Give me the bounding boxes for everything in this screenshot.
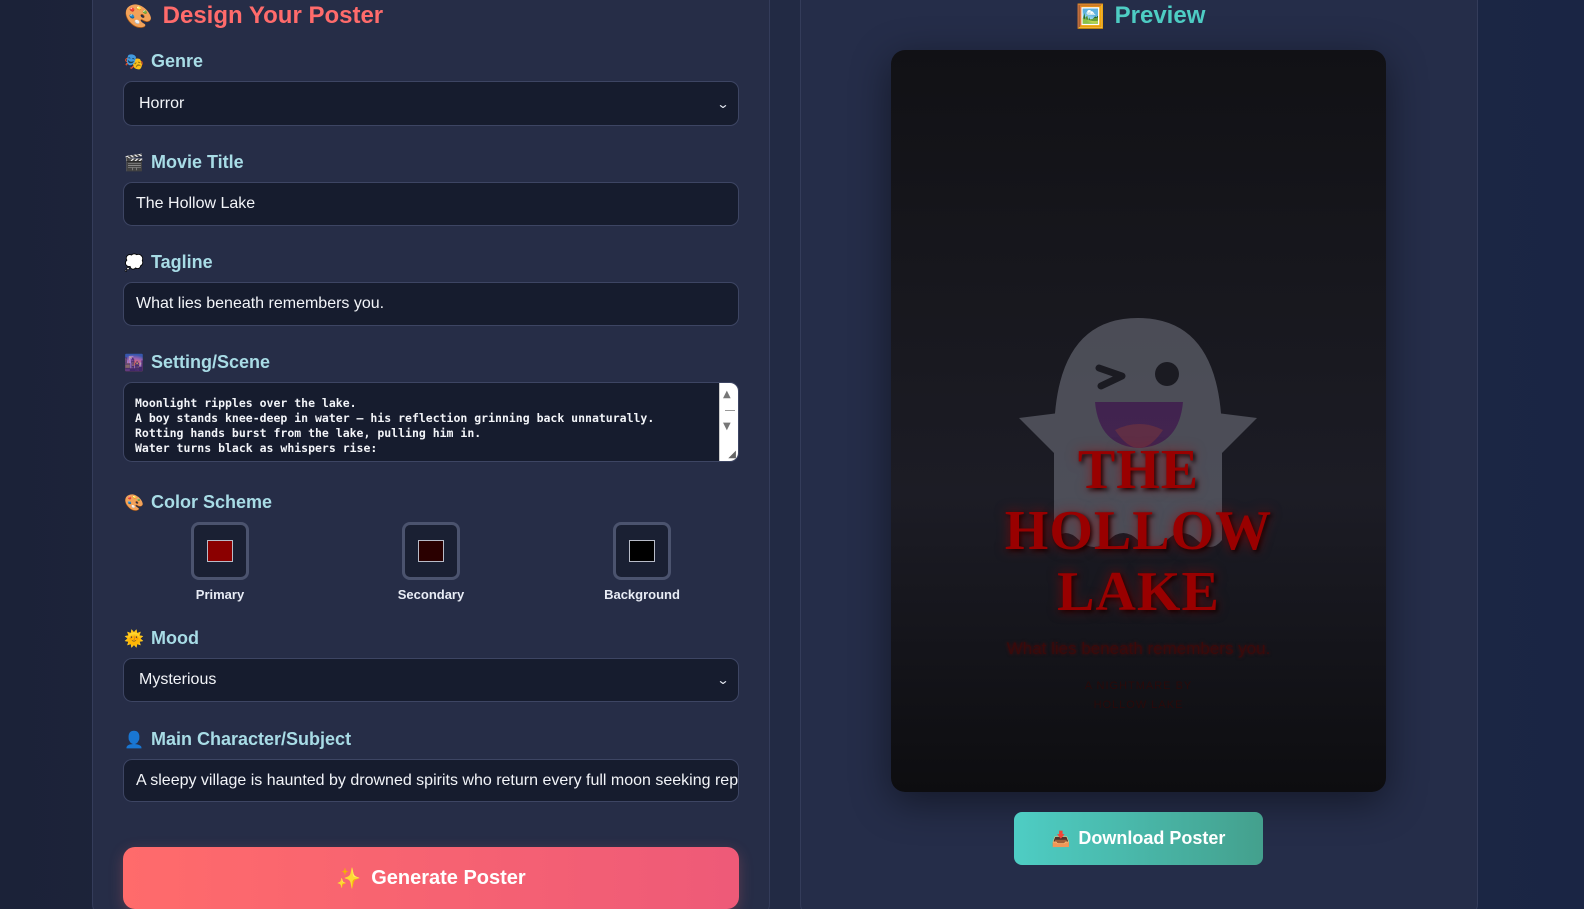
scroll-up-arrow-icon[interactable]: ▲ <box>723 389 731 400</box>
design-form-title: Design Your Poster <box>162 2 384 29</box>
resize-grip-icon[interactable]: ◢ <box>728 449 736 460</box>
person-silhouette-icon: 👤 <box>124 730 144 749</box>
theater-masks-icon: 🎭 <box>124 52 144 71</box>
poster-title-line: THE <box>1077 439 1200 501</box>
scroll-down-arrow-icon[interactable]: ▼ <box>723 421 731 432</box>
design-form-heading: 🎨 Design Your Poster <box>124 2 383 30</box>
main-character-value: A sleepy village is haunted by drowned s… <box>136 771 739 789</box>
setting-textarea[interactable]: Moonlight ripples over the lake. A boy s… <box>123 382 739 462</box>
main-character-input[interactable]: A sleepy village is haunted by drowned s… <box>123 759 739 802</box>
mood-select[interactable]: Mysterious ⌄ <box>123 658 739 702</box>
mood-selected-value: Mysterious <box>139 671 217 688</box>
background-color-swatch[interactable] <box>613 522 671 580</box>
page-bottom-edge <box>0 909 1584 922</box>
background-color-fill <box>629 540 655 562</box>
primary-color-picker[interactable]: Primary <box>160 522 280 602</box>
poster-credit-line: HOLLOW LAKE <box>1093 699 1184 711</box>
secondary-color-picker[interactable]: Secondary <box>371 522 491 602</box>
setting-label: 🌆 Setting/Scene <box>124 352 270 373</box>
mood-label: 🌞 Mood <box>124 628 199 649</box>
chevron-down-icon: ⌄ <box>716 673 730 687</box>
preview-heading: 🖼️ Preview <box>1076 2 1205 30</box>
inbox-tray-icon: 📥 <box>1051 829 1071 848</box>
poster-title-line: LAKE <box>1057 561 1220 623</box>
sparkles-icon: ✨ <box>336 866 362 890</box>
color-scheme-label: 🎨 Color Scheme <box>124 492 272 513</box>
palette-icon: 🎨 <box>124 493 144 512</box>
poster-tagline: What lies beneath remembers you. <box>1006 639 1271 658</box>
poster-credit-line: A NIGHTMARE BY <box>1084 680 1193 692</box>
primary-color-label: Primary <box>195 587 245 602</box>
palette-icon: 🎨 <box>124 3 153 30</box>
chevron-down-icon: ⌄ <box>716 96 730 111</box>
preview-title: Preview <box>1114 2 1206 29</box>
clapper-board-icon: 🎬 <box>124 153 144 172</box>
download-poster-label: Download Poster <box>1078 828 1226 848</box>
poster-title: THE HOLLOW LAKE <box>891 440 1386 623</box>
setting-label-text: Setting/Scene <box>151 352 271 372</box>
generate-poster-label: Generate Poster <box>371 866 526 889</box>
framed-picture-icon: 🖼️ <box>1076 3 1105 30</box>
genre-label-text: Genre <box>151 51 204 71</box>
genre-select[interactable]: Horror ⌄ <box>123 81 739 126</box>
primary-color-fill <box>207 540 233 562</box>
secondary-color-fill <box>418 540 444 562</box>
speech-bubble-icon: 💭 <box>124 253 144 272</box>
download-poster-button[interactable]: 📥 Download Poster <box>1014 812 1263 865</box>
secondary-color-label: Secondary <box>397 587 465 602</box>
movie-title-label-text: Movie Title <box>151 152 244 172</box>
tagline-label: 💭 Tagline <box>124 252 213 273</box>
color-scheme-label-text: Color Scheme <box>151 492 273 512</box>
tagline-label-text: Tagline <box>151 252 213 272</box>
generate-poster-button[interactable]: ✨ Generate Poster <box>123 847 739 909</box>
secondary-color-swatch[interactable] <box>402 522 460 580</box>
main-character-label-text: Main Character/Subject <box>151 729 352 749</box>
movie-title-input[interactable]: The Hollow Lake <box>123 182 739 226</box>
city-night-icon: 🌆 <box>124 353 144 372</box>
tagline-value: What lies beneath remembers you. <box>136 295 385 312</box>
main-character-label: 👤 Main Character/Subject <box>124 729 351 750</box>
background-color-label: Background <box>604 587 680 602</box>
primary-color-swatch[interactable] <box>191 522 249 580</box>
movie-title-label: 🎬 Movie Title <box>124 152 244 173</box>
movie-title-value: The Hollow Lake <box>136 195 256 212</box>
genre-selected-value: Horror <box>139 94 185 112</box>
tagline-input[interactable]: What lies beneath remembers you. <box>123 282 739 326</box>
poster-title-line: HOLLOW <box>1004 500 1273 562</box>
setting-value: Moonlight ripples over the lake. A boy s… <box>135 396 655 455</box>
scroll-thumb[interactable] <box>725 410 735 411</box>
poster-preview: THE HOLLOW LAKE What lies beneath rememb… <box>891 50 1386 792</box>
genre-label: 🎭 Genre <box>124 51 203 72</box>
mood-label-text: Mood <box>151 628 199 648</box>
background-color-picker[interactable]: Background <box>582 522 702 602</box>
sun-icon: 🌞 <box>124 629 144 648</box>
